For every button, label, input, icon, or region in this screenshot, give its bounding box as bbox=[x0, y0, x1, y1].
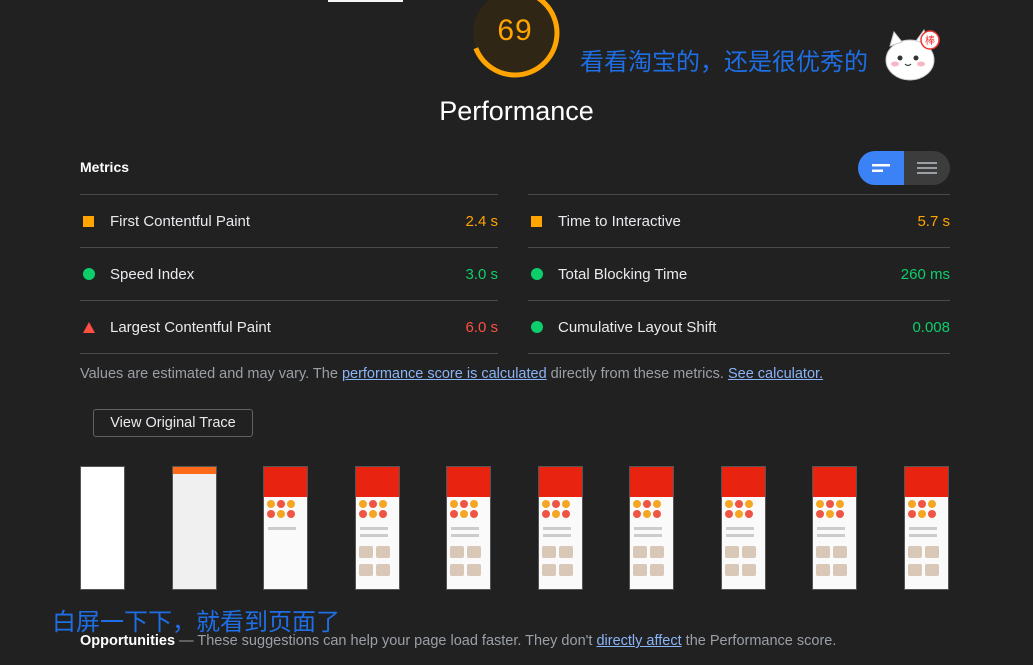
see-calculator-link[interactable]: See calculator. bbox=[728, 366, 823, 382]
toggle-compact-view[interactable] bbox=[858, 151, 904, 185]
filmstrip-frame bbox=[263, 466, 308, 590]
opportunities-header: Opportunities — These suggestions can he… bbox=[80, 633, 836, 649]
annotation-bottom: 白屏一下下，就看到页面了 bbox=[52, 608, 340, 636]
fail-triangle-icon bbox=[83, 321, 95, 333]
filmstrip-frame bbox=[80, 466, 125, 590]
sticker-text: 棒 bbox=[925, 34, 935, 47]
pass-circle-icon bbox=[83, 268, 95, 280]
metric-row: Cumulative Layout Shift 0.008 bbox=[528, 300, 950, 354]
filmstrip-frame bbox=[172, 466, 217, 590]
filmstrip-frame bbox=[721, 466, 766, 590]
performance-score-link[interactable]: performance score is calculated bbox=[342, 366, 547, 382]
metric-value: 260 ms bbox=[900, 265, 950, 283]
top-tab-indicator bbox=[328, 0, 403, 2]
performance-score: 69 bbox=[497, 14, 533, 47]
note-text: Values are estimated and may vary. The bbox=[80, 366, 342, 382]
metric-row: Largest Contentful Paint 6.0 s bbox=[80, 300, 498, 354]
filmstrip-frame bbox=[446, 466, 491, 590]
filmstrip-frame bbox=[904, 466, 949, 590]
opportunities-title: Opportunities bbox=[80, 633, 176, 649]
metric-label: First Contentful Paint bbox=[110, 212, 251, 230]
directly-affect-link[interactable]: directly affect bbox=[596, 633, 681, 649]
opportunities-text: — These suggestions can help your page l… bbox=[175, 633, 597, 649]
metric-label: Total Blocking Time bbox=[558, 265, 688, 283]
metrics-view-toggle[interactable] bbox=[858, 151, 950, 185]
filmstrip-frame bbox=[629, 466, 674, 590]
metrics-heading: Metrics bbox=[80, 159, 130, 175]
metric-row: Speed Index 3.0 s bbox=[80, 247, 498, 300]
filmstrip-frame bbox=[538, 466, 583, 590]
filmstrip-frame bbox=[355, 466, 400, 590]
pass-circle-icon bbox=[531, 321, 543, 333]
metric-row: First Contentful Paint 2.4 s bbox=[80, 194, 498, 247]
average-square-icon bbox=[83, 215, 94, 227]
compact-view-icon bbox=[872, 164, 890, 172]
metric-label: Cumulative Layout Shift bbox=[558, 318, 717, 336]
annotation-top: 看看淘宝的，还是很优秀的 bbox=[580, 48, 868, 76]
metrics-column-right: Time to Interactive 5.7 s Total Blocking… bbox=[528, 194, 950, 354]
metric-value: 0.008 bbox=[912, 318, 950, 336]
note-text-2: directly from these metrics. bbox=[546, 366, 728, 382]
view-original-trace-button[interactable]: View Original Trace bbox=[93, 409, 253, 437]
category-title: Performance bbox=[439, 96, 594, 126]
metric-value: 3.0 s bbox=[465, 265, 498, 283]
metric-label: Time to Interactive bbox=[558, 212, 681, 230]
expanded-view-icon bbox=[917, 162, 937, 174]
metric-value: 6.0 s bbox=[465, 318, 498, 336]
cat-sticker-icon: 棒 bbox=[885, 28, 940, 81]
average-square-icon bbox=[531, 215, 542, 227]
pass-circle-icon bbox=[531, 268, 543, 280]
metrics-column-left: First Contentful Paint 2.4 s Speed Index… bbox=[80, 194, 498, 354]
metric-value: 2.4 s bbox=[465, 212, 498, 230]
metric-label: Speed Index bbox=[110, 265, 195, 283]
metrics-disclaimer: Values are estimated and may vary. The p… bbox=[80, 366, 823, 382]
metric-label: Largest Contentful Paint bbox=[110, 318, 271, 336]
metric-row: Time to Interactive 5.7 s bbox=[528, 194, 950, 247]
metric-value: 5.7 s bbox=[917, 212, 950, 230]
opportunities-text-2: the Performance score. bbox=[681, 633, 837, 649]
toggle-expanded-view[interactable] bbox=[904, 151, 950, 185]
metric-row: Total Blocking Time 260 ms bbox=[528, 247, 950, 300]
filmstrip-frame bbox=[812, 466, 857, 590]
